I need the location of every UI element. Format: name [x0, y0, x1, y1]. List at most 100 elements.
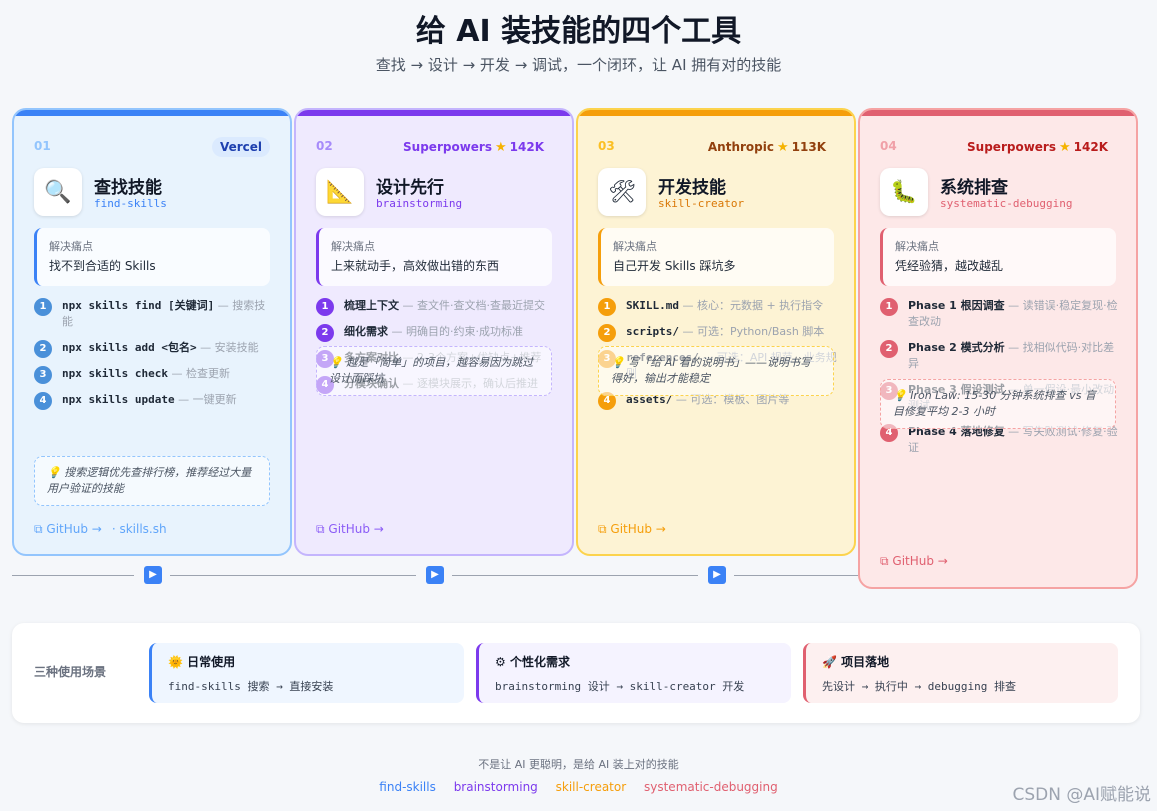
step-item: 1 Phase 1 根因调查 — 读错误·稳定复现·检查改动	[880, 298, 1120, 330]
external-link-icon: ⧉	[34, 522, 47, 536]
footer-link-brainstorming[interactable]: brainstorming	[454, 780, 538, 794]
scenario-project[interactable]: 🚀 项目落地 先设计 → 执行中 → debugging 排查	[803, 643, 1118, 703]
tip-box: 💡 越是「简单」的项目，越容易因为跳过设计而踩坑	[316, 346, 552, 396]
card-number: 04	[880, 139, 897, 153]
card-number: 02	[316, 139, 333, 153]
sun-icon: 🌞	[168, 655, 183, 669]
star-icon: ★	[776, 140, 789, 155]
step-number: 3	[34, 366, 52, 384]
scenario-daily[interactable]: 🌞 日常使用 find-skills 搜索 → 直接安装	[149, 643, 464, 703]
step-item: 2 细化需求 — 明确目的·约束·成功标准	[316, 324, 556, 342]
pain-point-box: 解决痛点 凭经验猜，越改越乱	[880, 228, 1116, 286]
pain-text: 上来就动手，高效做出错的东西	[331, 259, 500, 273]
tip-box: 💡 搜索逻辑优先查排行榜，推荐经过大量用户验证的技能	[34, 456, 270, 506]
step-item: 1 npx skills find [关键词] — 搜索技能	[34, 298, 274, 330]
step-item: 1 梳理上下文 — 查文件·查文档·查最近提交	[316, 298, 556, 316]
pain-label: 解决痛点	[895, 240, 939, 253]
step-number: 1	[316, 298, 334, 316]
footer-link-systematic-debugging[interactable]: systematic-debugging	[644, 780, 778, 794]
github-link[interactable]: ⧉ GitHub →	[880, 554, 948, 569]
step-number: 1	[880, 298, 898, 316]
gear-icon: ⚙	[495, 655, 506, 669]
rocket-icon: 🚀	[822, 655, 837, 669]
step-number: 2	[316, 324, 334, 342]
step-number: 1	[34, 298, 52, 316]
step-number: 2	[34, 340, 52, 358]
step-item: 2 Phase 2 模式分析 — 找相似代码·对比差异	[880, 340, 1120, 372]
card-number: 03	[598, 139, 615, 153]
card-title: 开发技能	[658, 178, 726, 198]
flow-line	[452, 575, 698, 576]
usage-scenarios-panel: 三种使用场景 🌞 日常使用 find-skills 搜索 → 直接安装 ⚙ 个性…	[12, 623, 1140, 723]
tool-card-skill-creator: 03 Anthropic ★ 113K 🛠 开发技能 skill-creator 解…	[576, 108, 856, 556]
scenarios-label: 三种使用场景	[34, 665, 107, 679]
source-badge: Anthropic ★ 113K	[707, 140, 826, 155]
skills-sh-link[interactable]: · skills.sh	[112, 522, 167, 536]
step-number: 1	[598, 298, 616, 316]
flow-line	[12, 575, 134, 576]
card-accent-bar	[860, 110, 1136, 116]
external-link-icon: ⧉	[880, 554, 893, 568]
pain-label: 解决痛点	[49, 240, 93, 253]
footer-tagline: 不是让 AI 更聪明，是给 AI 装上对的技能	[478, 758, 679, 771]
pain-text: 凭经验猜，越改越乱	[895, 259, 1004, 273]
step-item: 2 scripts/ — 可选：Python/Bash 脚本	[598, 324, 838, 342]
step-number: 4	[34, 392, 52, 410]
footer-link-skill-creator[interactable]: skill-creator	[556, 780, 627, 794]
pain-label: 解决痛点	[613, 240, 657, 253]
external-link-icon: ⧉	[316, 522, 329, 536]
star-icon: ★	[1058, 140, 1071, 155]
github-link[interactable]: ⧉ GitHub → · skills.sh	[34, 522, 167, 537]
tool-card-find-skills: 01 Vercel 🔍 查找技能 find-skills 解决痛点 找不到合适的…	[12, 108, 292, 556]
play-arrow-icon[interactable]: ▶	[708, 566, 726, 584]
step-number: 2	[880, 340, 898, 358]
play-arrow-icon[interactable]: ▶	[144, 566, 162, 584]
step-item: 1 SKILL.md — 核心：元数据 + 执行指令	[598, 298, 838, 316]
step-item: 2 npx skills add <包名> — 安装技能	[34, 340, 274, 358]
footer-links: find-skills brainstorming skill-creator …	[0, 780, 1157, 794]
scenario-custom[interactable]: ⚙ 个性化需求 brainstorming 设计 → skill-creator…	[476, 643, 791, 703]
page-subtitle: 查找 → 设计 → 开发 → 调试，一个闭环，让 AI 拥有对的技能	[375, 56, 782, 74]
step-list: 1 npx skills find [关键词] — 搜索技能 2 npx ski…	[34, 298, 274, 418]
external-link-icon: ⧉	[598, 522, 611, 536]
card-slug: skill-creator	[658, 197, 745, 210]
card-title: 设计先行	[376, 178, 444, 198]
tool-card-brainstorming: 02 Superpowers ★ 142K 📐 设计先行 brainstorming…	[294, 108, 574, 556]
star-icon: ★	[494, 140, 507, 155]
pain-point-box: 解决痛点 上来就动手，高效做出错的东西	[316, 228, 552, 286]
step-item: 4 npx skills update — 一键更新	[34, 392, 274, 410]
tip-box: 💡 写「给 AI 看的说明书」——说明书写得好，输出才能稳定	[598, 346, 834, 396]
source-badge: Superpowers ★ 142K	[403, 140, 544, 155]
card-slug: systematic-debugging	[940, 197, 1073, 210]
watermark: CSDN @AI赋能说	[1012, 785, 1151, 805]
footer-link-find-skills[interactable]: find-skills	[379, 780, 436, 794]
step-number: 2	[598, 324, 616, 342]
card-accent-bar	[14, 110, 290, 116]
pain-text: 自己开发 Skills 踩坑多	[613, 259, 736, 273]
flow-line	[734, 575, 858, 576]
github-link[interactable]: ⧉ GitHub →	[598, 522, 666, 537]
card-slug: find-skills	[94, 197, 167, 210]
page-title: 给 AI 装技能的四个工具	[415, 14, 742, 49]
magnifier-icon: 🔍	[34, 168, 82, 216]
step-item: 3 npx skills check — 检查更新	[34, 366, 274, 384]
pain-text: 找不到合适的 Skills	[49, 259, 156, 273]
card-title: 查找技能	[94, 178, 162, 198]
tip-box: 💡 Iron Law: 15-30 分钟系统排查 vs 盲目修复平均 2-3 小…	[880, 379, 1116, 429]
bug-icon: 🐛	[880, 168, 928, 216]
card-accent-bar	[578, 110, 854, 116]
card-slug: brainstorming	[376, 197, 463, 210]
pain-point-box: 解决痛点 自己开发 Skills 踩坑多	[598, 228, 834, 286]
source-badge: Superpowers ★ 142K	[967, 140, 1108, 155]
triangle-ruler-icon: 📐	[316, 168, 364, 216]
pain-label: 解决痛点	[331, 240, 375, 253]
card-accent-bar	[296, 110, 572, 116]
github-link[interactable]: ⧉ GitHub →	[316, 522, 384, 537]
tool-card-systematic-debugging: 04 Superpowers ★ 142K 🐛 系统排查 systematic-de…	[858, 108, 1138, 589]
flow-line	[170, 575, 416, 576]
hammer-wrench-icon: 🛠	[598, 168, 646, 216]
card-number: 01	[34, 139, 51, 153]
play-arrow-icon[interactable]: ▶	[426, 566, 444, 584]
pain-point-box: 解决痛点 找不到合适的 Skills	[34, 228, 270, 286]
source-badge: Vercel	[211, 137, 270, 157]
